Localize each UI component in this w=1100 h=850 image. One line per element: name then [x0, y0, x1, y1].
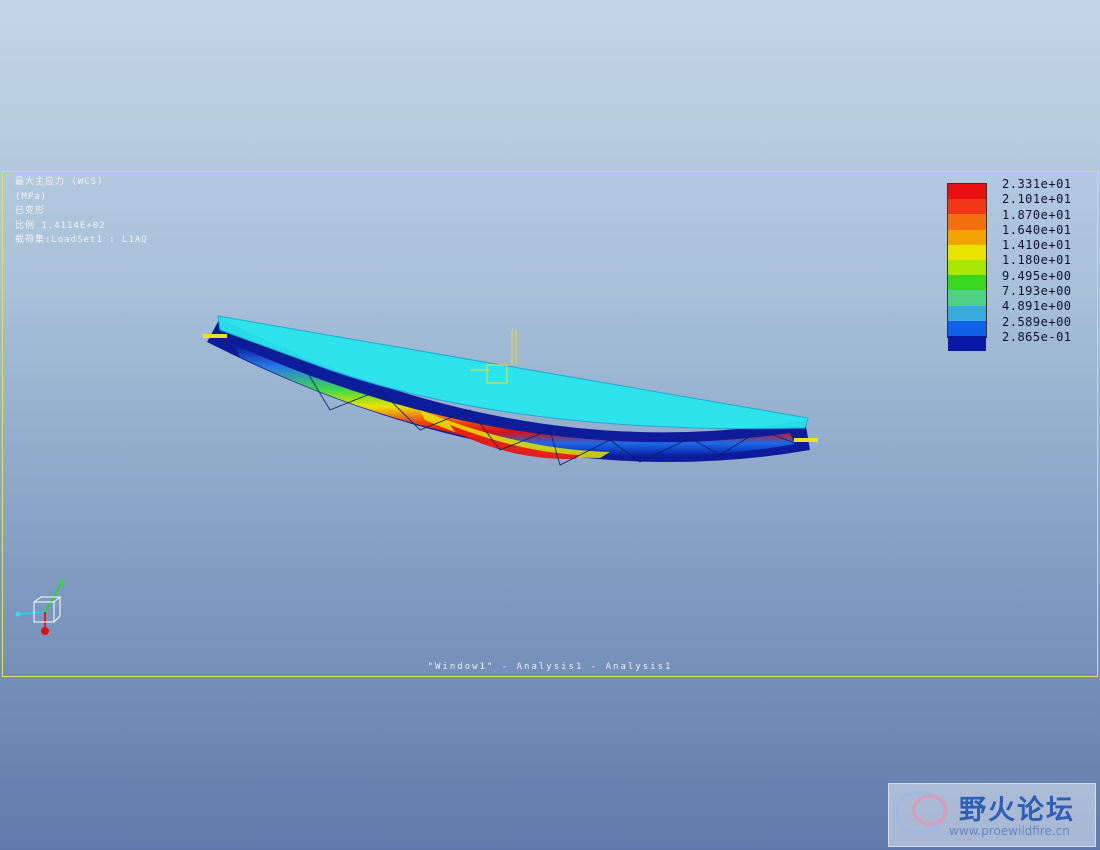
- legend-swatch: [948, 259, 986, 276]
- legend-swatch: [948, 184, 986, 200]
- color-legend: 2.331e+01 2.101e+01 1.870e+01 1.640e+01 1.41…: [947, 177, 1087, 352]
- legend-swatch: [948, 199, 986, 215]
- legend-swatch: [948, 335, 986, 352]
- model-view[interactable]: [0, 0, 1100, 850]
- legend-label: 2.101e+01: [1002, 192, 1072, 207]
- legend-label: 1.410e+01: [1002, 238, 1072, 253]
- legend-color-bar: [947, 183, 987, 352]
- legend-swatch: [948, 229, 986, 245]
- window-caption: "Window1" - Analysis1 - Analysis1: [427, 662, 673, 672]
- legend-label: 1.180e+01: [1002, 253, 1072, 268]
- watermark: 野火论坛 www.proewildfire.cn: [888, 783, 1096, 847]
- legend-swatch: [948, 320, 986, 336]
- legend-label: 2.331e+01: [1002, 177, 1072, 191]
- legend-swatch: [948, 214, 986, 230]
- legend-swatch: [948, 244, 986, 260]
- legend-swatch: [948, 290, 986, 306]
- watermark-url: www.proewildfire.cn: [949, 824, 1070, 838]
- legend-swatch: [948, 305, 986, 321]
- legend-label: 1.870e+01: [1002, 207, 1072, 222]
- legend-label: 4.891e+00: [1002, 299, 1072, 314]
- left-constraint-icon: [203, 334, 227, 338]
- legend-swatch: [948, 275, 986, 291]
- legend-label: 2.589e+00: [1002, 314, 1072, 329]
- legend-label: 2.865e-01: [1002, 329, 1072, 344]
- legend-labels: 2.331e+01 2.101e+01 1.870e+01 1.640e+01 1.41…: [1002, 177, 1072, 345]
- right-constraint-icon: [794, 438, 818, 442]
- coordinate-triad-icon: [15, 579, 65, 635]
- legend-label: 1.640e+01: [1002, 222, 1072, 237]
- legend-label: 9.495e+00: [1002, 268, 1072, 283]
- legend-label: 7.193e+00: [1002, 284, 1072, 299]
- watermark-title: 野火论坛: [959, 795, 1075, 826]
